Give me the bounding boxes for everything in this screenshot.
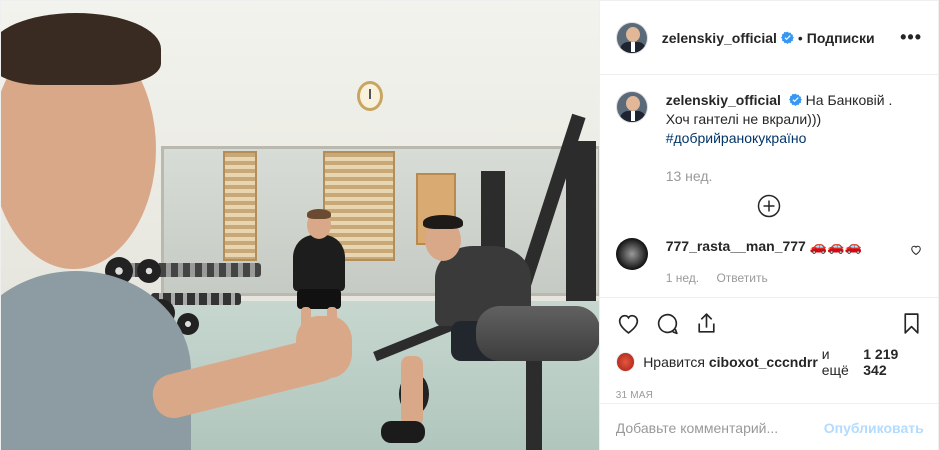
share-icon[interactable]	[694, 311, 719, 336]
commenter-avatar[interactable]	[615, 238, 648, 270]
caption-username[interactable]: zelenskiy_official	[666, 92, 781, 108]
action-icons	[616, 308, 924, 338]
caption-text: zelenskiy_official На Банковій . Хоч ган…	[666, 91, 916, 148]
author-username[interactable]: zelenskiy_official	[662, 30, 777, 46]
more-options-icon[interactable]: •••	[900, 27, 922, 48]
comment-like-heart-icon[interactable]	[910, 244, 922, 256]
comment-username[interactable]: 777_rasta__man_777	[666, 238, 806, 254]
likes-middle: и ещё	[821, 346, 849, 378]
liker-avatar[interactable]	[615, 352, 636, 372]
separator-dot: •	[797, 29, 803, 46]
likes-prefix: Нравится	[643, 354, 705, 370]
caption-time[interactable]: 13 нед.	[666, 168, 922, 184]
comment-form: Опубликовать	[599, 403, 939, 450]
following-button[interactable]: Подписки	[807, 30, 875, 46]
comment-time[interactable]: 1 нед.	[666, 271, 699, 285]
liker-username[interactable]: ciboxot_cccndrr	[709, 354, 818, 370]
likes-count[interactable]: 1 219 342	[863, 346, 923, 378]
instagram-post: zelenskiy_official • Подписки ••• zelens…	[0, 0, 939, 450]
gym-machine	[566, 141, 596, 301]
comment-icon[interactable]	[655, 311, 680, 336]
wall-clock	[357, 81, 383, 111]
post-sidebar: zelenskiy_official • Подписки ••• zelens…	[598, 1, 939, 450]
bookmark-icon[interactable]	[899, 311, 924, 336]
window-blind	[223, 151, 257, 261]
post-photo[interactable]	[1, 1, 599, 450]
heart-icon[interactable]	[616, 311, 641, 336]
plus-circle-icon[interactable]	[757, 194, 781, 218]
gym-machine	[526, 351, 542, 450]
post-header: zelenskiy_official • Подписки •••	[599, 1, 938, 75]
caption: zelenskiy_official На Банковій . Хоч ган…	[615, 91, 922, 148]
comment-input[interactable]	[615, 419, 824, 436]
comment-reply-button[interactable]: Ответить	[716, 271, 767, 285]
author-avatar[interactable]	[615, 21, 648, 54]
comment-meta: 1 нед. Ответить	[666, 271, 910, 285]
comment-text: 🚗🚗🚗	[809, 238, 863, 254]
verified-badge-icon	[780, 31, 794, 44]
comment-body: 777_rasta__man_777 🚗🚗🚗 1 нед. Ответить	[666, 238, 910, 285]
likes-summary: Нравится ciboxot_cccndrr и ещё 1 219 342	[615, 346, 924, 378]
load-more-comments[interactable]	[616, 194, 922, 218]
caption-hashtag[interactable]: #добрийранокукраїно	[666, 130, 807, 146]
comments-list[interactable]: zelenskiy_official На Банковій . Хоч ган…	[600, 75, 938, 297]
comment-item: 777_rasta__man_777 🚗🚗🚗 1 нед. Ответить	[615, 238, 922, 285]
post-date[interactable]: 31 мая	[616, 390, 924, 401]
post-actions: Нравится ciboxot_cccndrr и ещё 1 219 342…	[599, 297, 939, 401]
caption-avatar[interactable]	[615, 91, 648, 123]
publish-button[interactable]: Опубликовать	[824, 420, 924, 436]
bench-seat	[476, 306, 599, 361]
weight-plate	[137, 259, 161, 283]
verified-badge-icon	[788, 93, 802, 106]
dumbbell-rack	[111, 263, 261, 277]
